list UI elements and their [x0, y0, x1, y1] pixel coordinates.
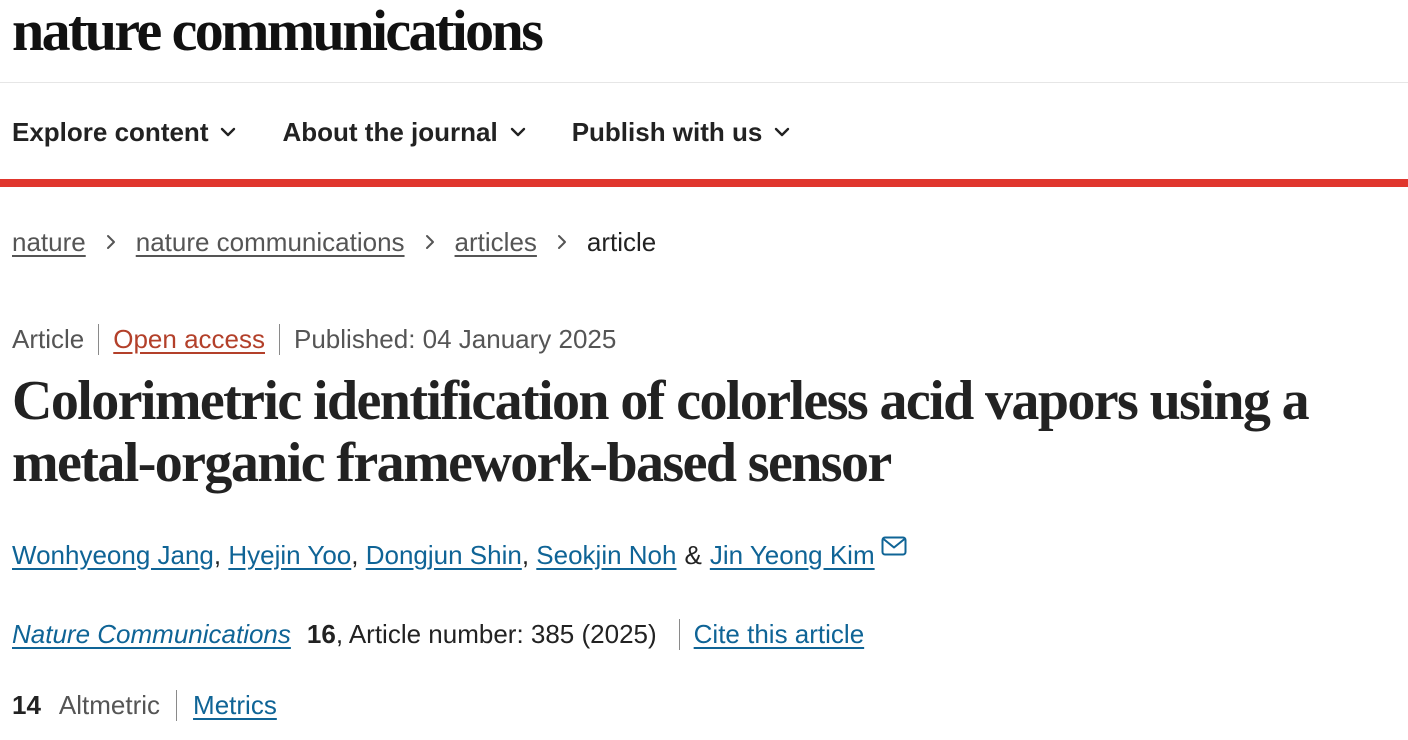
article-type: Article	[12, 323, 100, 355]
masthead-divider	[0, 82, 1408, 83]
citation-details: Nature Communications 16 , Article numbe…	[12, 618, 680, 650]
chevron-right-icon	[425, 235, 434, 249]
mail-icon[interactable]	[881, 536, 907, 556]
author-separator: ,	[213, 539, 229, 570]
author-link[interactable]: Dongjun Shin	[366, 540, 522, 571]
chevron-down-icon	[221, 127, 236, 137]
breadcrumb-nature[interactable]: nature	[12, 227, 86, 258]
volume-number: 16	[306, 618, 336, 649]
metrics-link[interactable]: Metrics	[193, 690, 277, 721]
chevron-down-icon	[775, 127, 790, 137]
author-ampersand: &	[684, 539, 702, 570]
journal-link[interactable]: Nature Communications	[12, 619, 291, 650]
author-separator: ,	[351, 539, 366, 570]
altmetric-score: 14	[12, 689, 41, 720]
nav-label: Publish with us	[571, 116, 763, 147]
nav-label: Explore content	[12, 116, 209, 147]
author-list: Wonhyeong Jang, Hyejin Yoo, Dongjun Shin…	[12, 535, 907, 575]
breadcrumb-articles[interactable]: articles	[455, 227, 537, 258]
nav-accent-bar	[0, 179, 1408, 187]
open-access-link[interactable]: Open access	[99, 323, 280, 355]
chevron-right-icon	[106, 235, 115, 249]
nav-label: About the journal	[282, 116, 498, 147]
author-link-corresponding[interactable]: Jin Yeong Kim	[710, 540, 875, 571]
citation-row: Nature Communications 16 , Article numbe…	[12, 615, 864, 653]
site-logo[interactable]: nature communications	[12, 2, 544, 60]
author-separator: ,	[521, 539, 537, 570]
breadcrumb-nature-communications[interactable]: nature communications	[136, 227, 405, 258]
chevron-right-icon	[557, 235, 566, 249]
chevron-down-icon	[510, 127, 525, 137]
author-link[interactable]: Seokjin Noh	[536, 540, 676, 571]
breadcrumb-current: article	[586, 226, 657, 257]
nav-about-the-journal[interactable]: About the journal	[282, 117, 525, 148]
author-link[interactable]: Wonhyeong Jang	[12, 540, 214, 571]
metrics-row: 14 Altmetric Metrics	[12, 686, 277, 724]
main-nav: Explore content About the journal Publis…	[12, 112, 836, 152]
cite-this-article-link[interactable]: Cite this article	[694, 619, 865, 650]
published-date: Published: 04 January 2025	[294, 323, 617, 354]
nav-explore-content[interactable]: Explore content	[12, 117, 236, 148]
author-link[interactable]: Hyejin Yoo	[228, 540, 351, 571]
nav-publish-with-us[interactable]: Publish with us	[572, 117, 791, 148]
altmetric-label: Altmetric	[59, 689, 178, 721]
breadcrumb: nature nature communications articles ar…	[12, 224, 656, 260]
article-meta: Article Open access Published: 04 Januar…	[12, 320, 616, 358]
logo-container: nature communications	[12, 0, 544, 70]
article-title: Colorimetric identification of colorless…	[12, 370, 1310, 494]
article-number: , Article number: 385 (2025)	[335, 618, 657, 649]
